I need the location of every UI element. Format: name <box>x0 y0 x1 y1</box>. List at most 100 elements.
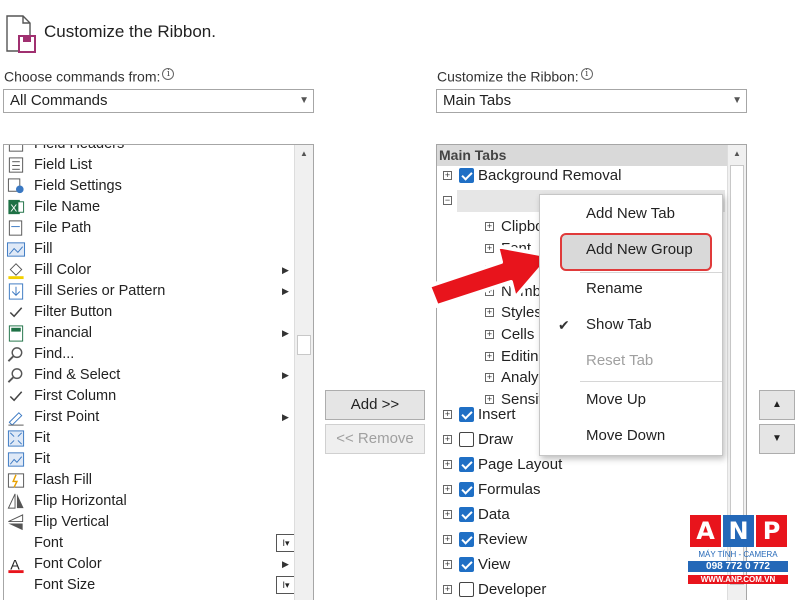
tree-tab-item[interactable]: + View <box>437 552 727 577</box>
menu-item-label: Show Tab <box>586 316 652 333</box>
expand-icon[interactable]: + <box>443 460 452 469</box>
expand-icon[interactable]: + <box>443 171 452 180</box>
move-up-button[interactable]: ▲ <box>759 390 795 420</box>
tab-checkbox[interactable] <box>459 557 474 572</box>
command-label: File Name <box>34 199 101 215</box>
scroll-thumb[interactable] <box>297 335 311 355</box>
tree-item-label: Editin <box>501 347 539 365</box>
submenu-arrow-icon: ▶ <box>282 286 289 296</box>
command-label: Font <box>34 535 64 551</box>
tree-tab-item[interactable]: + Formulas <box>437 477 727 502</box>
expand-icon[interactable]: + <box>443 535 452 544</box>
commands-listbox[interactable]: Font Size I▾ A Font Color ▶ Font I▾ Flip Vertic… <box>3 144 314 600</box>
remove-button[interactable]: << Remove <box>325 424 425 454</box>
command-item[interactable]: Fill Series or Pattern ▶ <box>4 281 294 302</box>
watermark-phone: 098 772 0 772 <box>688 561 788 572</box>
expand-icon[interactable]: + <box>485 330 494 339</box>
command-item[interactable]: File Path <box>4 218 294 239</box>
customize-ribbon-combo[interactable]: Main Tabs ▼ <box>436 89 747 113</box>
menu-item-move-down[interactable]: Move Down <box>540 419 722 453</box>
customize-ribbon-value: Main Tabs <box>443 92 512 109</box>
tree-tab-item[interactable]: + Data <box>437 502 727 527</box>
command-item[interactable]: Find & Select ▶ <box>4 365 294 386</box>
command-item[interactable]: Field Settings <box>4 176 294 197</box>
command-item[interactable]: A Font Color ▶ <box>4 554 294 575</box>
scroll-up-icon[interactable]: ▲ <box>295 145 313 163</box>
expand-icon[interactable]: + <box>443 435 452 444</box>
command-item[interactable]: First Point ▶ <box>4 407 294 428</box>
tab-checkbox[interactable] <box>459 168 474 183</box>
tab-checkbox[interactable] <box>459 432 474 447</box>
add-button[interactable]: Add >> <box>325 390 425 420</box>
arrow-down-icon: ▼ <box>772 433 782 444</box>
add-button-label: Add >> <box>350 396 400 413</box>
fill-icon <box>6 242 26 257</box>
collapse-icon[interactable]: − <box>443 196 452 205</box>
menu-item-move-up[interactable]: Move Up <box>540 383 722 417</box>
expand-icon[interactable]: + <box>443 585 452 594</box>
menu-item-label: Add New Tab <box>586 205 675 222</box>
move-down-button[interactable]: ▼ <box>759 424 795 454</box>
command-item[interactable]: Fill Color ▶ <box>4 260 294 281</box>
customize-ribbon-label: Customize the Ribbon: i <box>437 68 593 85</box>
expand-icon[interactable]: + <box>443 485 452 494</box>
menu-item-add-new-group[interactable]: Add New Group <box>540 233 722 267</box>
expand-icon[interactable]: + <box>485 373 494 383</box>
scroll-up-icon[interactable]: ▲ <box>728 145 746 163</box>
command-label: Fill <box>34 241 53 257</box>
choose-commands-combo[interactable]: All Commands ▼ <box>3 89 314 113</box>
tab-checkbox[interactable] <box>459 482 474 497</box>
command-label: Fill Series or Pattern <box>34 283 166 299</box>
expand-icon[interactable]: + <box>443 560 452 569</box>
checkmark-icon <box>9 391 23 402</box>
command-item[interactable]: Flash Fill <box>4 470 294 491</box>
chevron-down-icon: ▼ <box>732 95 742 106</box>
combo-control-icon: I▾ <box>276 576 296 594</box>
command-item[interactable]: First Column <box>4 386 294 407</box>
command-label: Flip Horizontal <box>34 493 127 509</box>
checkmark-icon <box>9 307 23 318</box>
menu-item-show-tab[interactable]: ✔ Show Tab <box>540 308 722 342</box>
field-list-icon <box>8 157 24 173</box>
menu-item-label: Rename <box>586 280 643 297</box>
tree-tab-item[interactable]: + Background Removal <box>437 163 727 188</box>
tree-tab-item[interactable]: + Review <box>437 527 727 552</box>
command-item[interactable]: Field List <box>4 155 294 176</box>
submenu-arrow-icon: ▶ <box>282 559 289 569</box>
expand-icon[interactable]: + <box>443 510 452 519</box>
field-headers-icon <box>8 145 24 152</box>
command-item[interactable]: Flip Horizontal <box>4 491 294 512</box>
menu-item-label: Add New Group <box>586 241 693 258</box>
command-item[interactable]: Flip Vertical <box>4 512 294 533</box>
command-item[interactable]: Fit <box>4 449 294 470</box>
anp-watermark: A N P MÁY TÍNH - CAMERA 098 772 0 772 WW… <box>688 515 788 597</box>
tab-checkbox[interactable] <box>459 532 474 547</box>
tree-tab-item[interactable]: + Developer <box>437 577 727 600</box>
command-item[interactable]: Filter Button <box>4 302 294 323</box>
menu-item-reset-tab[interactable]: Reset Tab <box>540 344 722 378</box>
command-item[interactable]: Field Headers <box>4 145 294 155</box>
checkmark-icon: ✔ <box>558 317 570 333</box>
info-icon: i <box>580 68 593 80</box>
tree-item-label: Formulas <box>478 481 541 498</box>
command-item[interactable]: Financial ▶ <box>4 323 294 344</box>
tab-checkbox[interactable] <box>459 507 474 522</box>
command-label: Field Settings <box>34 178 122 194</box>
menu-item-rename[interactable]: Rename <box>540 272 722 306</box>
page-title: Customize the Ribbon. <box>44 22 216 41</box>
command-item[interactable]: Find... <box>4 344 294 365</box>
command-item[interactable]: Font I▾ <box>4 533 296 554</box>
fill-series-icon <box>8 283 24 300</box>
expand-icon[interactable]: + <box>485 351 494 361</box>
menu-item-add-new-tab[interactable]: Add New Tab <box>540 197 722 231</box>
expand-icon[interactable]: + <box>485 394 494 404</box>
fill-color-icon <box>8 263 24 280</box>
tab-checkbox[interactable] <box>459 582 474 597</box>
tab-checkbox[interactable] <box>459 457 474 472</box>
command-item[interactable]: Font Size I▾ <box>4 575 296 596</box>
command-item[interactable]: Fill <box>4 239 294 260</box>
command-item[interactable]: X File Name <box>4 197 294 218</box>
tree-item-label: Cells <box>501 326 535 343</box>
commands-scrollbar[interactable]: ▲ <box>294 145 313 600</box>
command-item[interactable]: Fit <box>4 428 294 449</box>
